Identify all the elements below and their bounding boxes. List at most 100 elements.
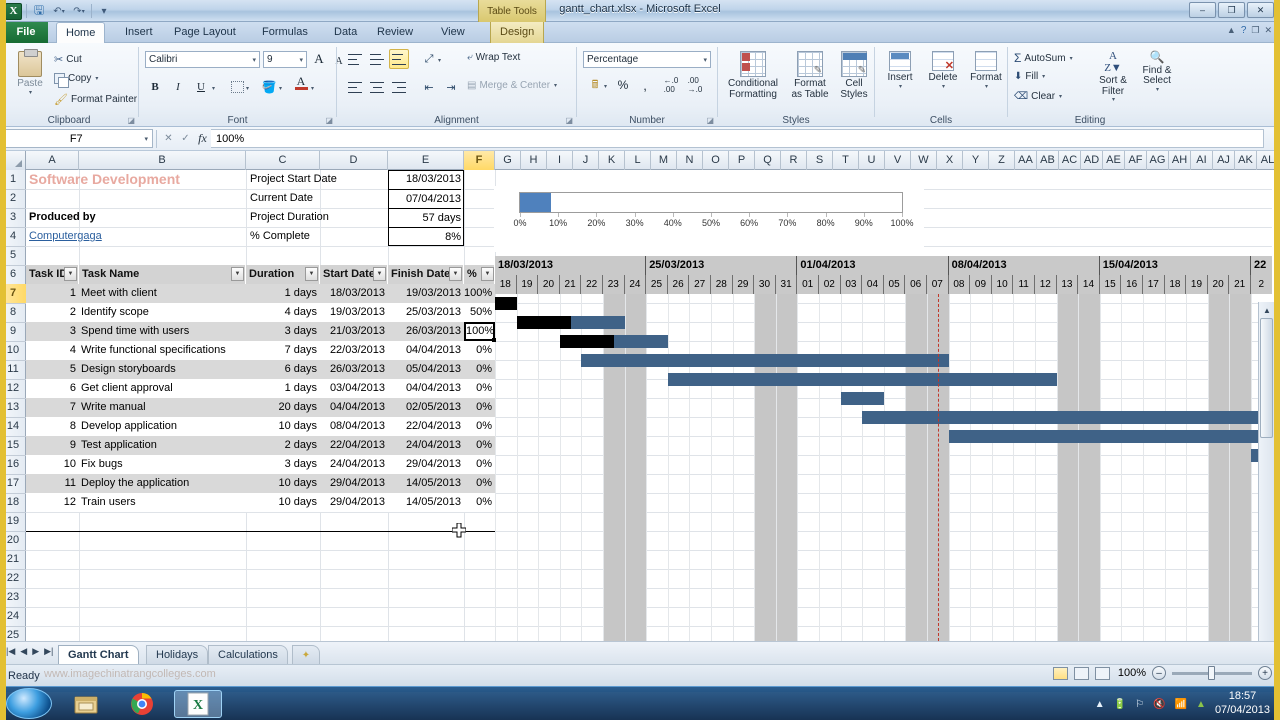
filter-button-duration[interactable]: ▼ xyxy=(305,267,318,281)
align-left-button[interactable] xyxy=(345,77,365,97)
chevron-down-icon[interactable]: ▾ xyxy=(246,85,249,92)
task-finish-date-cell[interactable]: 24/04/2013 xyxy=(388,436,461,455)
task-id-cell[interactable]: 10 xyxy=(26,455,76,474)
chevron-down-icon[interactable]: ▾ xyxy=(311,85,314,92)
task-id-cell[interactable]: 4 xyxy=(26,341,76,360)
task-start-date-cell[interactable]: 18/03/2013 xyxy=(320,284,385,303)
chevron-down-icon[interactable]: ▾ xyxy=(703,56,707,64)
column-header-a[interactable]: A xyxy=(26,151,79,170)
column-header-aa[interactable]: AA xyxy=(1015,151,1037,170)
normal-view-button[interactable] xyxy=(1053,667,1068,680)
decrease-indent-button[interactable]: ⇤ xyxy=(419,77,439,97)
zoom-in-button[interactable]: + xyxy=(1258,666,1272,680)
task-percent-cell[interactable]: 0% xyxy=(464,360,492,379)
filter-button-task-name[interactable]: ▼ xyxy=(231,267,244,281)
tab-review[interactable]: Review xyxy=(368,22,422,43)
tab-formulas[interactable]: Formulas xyxy=(253,22,317,43)
chevron-down-icon[interactable]: ▾ xyxy=(1112,97,1115,103)
task-start-date-cell[interactable]: 21/03/2013 xyxy=(320,322,385,341)
task-duration-cell[interactable]: 7 days xyxy=(246,341,317,360)
chevron-down-icon[interactable]: ▾ xyxy=(899,84,902,90)
prev-sheet-icon[interactable]: ◀ xyxy=(20,646,27,657)
font-name-combo[interactable]: Calibri ▾ xyxy=(145,51,260,68)
help-icon[interactable]: ? xyxy=(1241,25,1247,36)
column-header-y[interactable]: Y xyxy=(963,151,989,170)
task-finish-date-cell[interactable]: 04/04/2013 xyxy=(388,341,461,360)
delete-cells-button[interactable]: ✕ Delete ▾ xyxy=(923,51,963,90)
underline-button[interactable]: U xyxy=(191,77,211,97)
clipboard-dialog-launcher[interactable]: ◪ xyxy=(127,116,135,125)
task-id-cell[interactable]: 12 xyxy=(26,493,76,512)
task-name-cell[interactable]: Train users xyxy=(81,493,246,512)
insert-cells-button[interactable]: Insert ▾ xyxy=(881,51,919,90)
fill-color-button[interactable]: 🪣 xyxy=(259,77,279,97)
column-header-ad[interactable]: AD xyxy=(1081,151,1103,170)
task-id-cell[interactable]: 5 xyxy=(26,360,76,379)
column-header-p[interactable]: P xyxy=(729,151,755,170)
tab-page-layout[interactable]: Page Layout xyxy=(165,22,245,43)
task-percent-cell[interactable]: 0% xyxy=(464,379,492,398)
task-id-cell[interactable]: 2 xyxy=(26,303,76,322)
status-bar-right[interactable]: 100% – + xyxy=(1053,666,1272,680)
task-duration-cell[interactable]: 1 days xyxy=(246,379,317,398)
column-header-t[interactable]: T xyxy=(833,151,859,170)
task-start-date-cell[interactable]: 24/04/2013 xyxy=(320,455,385,474)
column-header-j[interactable]: J xyxy=(573,151,599,170)
show-hidden-icons[interactable]: ▲ xyxy=(1095,699,1105,710)
task-duration-cell[interactable]: 10 days xyxy=(246,417,317,436)
column-header-n[interactable]: N xyxy=(677,151,703,170)
comma-style-button[interactable]: , xyxy=(635,75,655,95)
first-sheet-icon[interactable]: |◀ xyxy=(6,646,15,657)
drive-sync-icon[interactable]: ▲ xyxy=(1196,699,1206,710)
column-header-h[interactable]: H xyxy=(521,151,547,170)
column-header-u[interactable]: U xyxy=(859,151,885,170)
increase-decimal-button[interactable]: ←.0.00 xyxy=(661,75,681,95)
vertical-scroll-thumb[interactable] xyxy=(1260,318,1273,438)
conditional-formatting-button[interactable]: Conditional Formatting xyxy=(722,51,784,100)
filter-button-start-date[interactable]: ▼ xyxy=(373,267,386,281)
number-dialog-launcher[interactable]: ◪ xyxy=(706,116,714,125)
start-button[interactable] xyxy=(6,688,52,719)
system-tray[interactable]: ▲ 🔋 ⚐ 🔇 📶 ▲ 18:57 07/04/2013 xyxy=(1085,687,1280,720)
ribbon-tabs[interactable]: File Home Insert Page Layout Formulas Da… xyxy=(0,22,1280,43)
formula-bar[interactable]: F7 ▾ ✕ ✓ fx 100% ▾ xyxy=(0,127,1280,151)
chevron-down-icon[interactable]: ▾ xyxy=(95,75,98,82)
chevron-down-icon[interactable]: ▾ xyxy=(29,90,32,96)
task-start-date-cell[interactable]: 22/04/2013 xyxy=(320,436,385,455)
column-header-w[interactable]: W xyxy=(911,151,937,170)
taskbar-item-excel[interactable]: X xyxy=(174,690,222,718)
page-layout-view-button[interactable] xyxy=(1074,667,1089,680)
format-painter-button[interactable]: 🖌 Format Painter xyxy=(54,93,137,106)
task-finish-date-cell[interactable]: 25/03/2013 xyxy=(388,303,461,322)
paste-button[interactable]: Paste ▾ xyxy=(8,51,52,96)
task-duration-cell[interactable]: 6 days xyxy=(246,360,317,379)
chevron-down-icon[interactable]: ▾ xyxy=(604,83,607,90)
currency-button[interactable]: 🖩 xyxy=(585,75,605,95)
task-name-cell[interactable]: Fix bugs xyxy=(81,455,246,474)
font-size-combo[interactable]: 9 ▾ xyxy=(263,51,307,68)
task-finish-date-cell[interactable]: 19/03/2013 xyxy=(388,284,461,303)
zoom-slider-thumb[interactable] xyxy=(1208,666,1215,680)
task-percent-cell[interactable]: 0% xyxy=(464,455,492,474)
chevron-down-icon[interactable]: ▾ xyxy=(299,56,303,64)
column-headers[interactable]: A B C D E F GHIJKLMNOPQRSTUVWXYZAAABACAD… xyxy=(0,151,1280,170)
alignment-dialog-launcher[interactable]: ◪ xyxy=(565,116,573,125)
task-percent-cell[interactable]: 100% xyxy=(464,284,492,303)
zoom-out-button[interactable]: – xyxy=(1152,666,1166,680)
task-id-cell[interactable]: 6 xyxy=(26,379,76,398)
task-percent-cell[interactable]: 0% xyxy=(464,341,492,360)
column-header-k[interactable]: K xyxy=(599,151,625,170)
window-controls[interactable]: – ❐ ✕ xyxy=(1189,2,1274,18)
borders-button[interactable] xyxy=(227,77,247,97)
maximize-button[interactable]: ❐ xyxy=(1218,2,1245,18)
selected-cell-f7[interactable]: 100% xyxy=(464,322,495,341)
cancel-entry-icon[interactable]: ✕ xyxy=(160,130,177,147)
align-bottom-button[interactable] xyxy=(389,49,409,69)
minimize-button[interactable]: – xyxy=(1189,2,1216,18)
chevron-down-icon[interactable]: ▾ xyxy=(438,57,441,64)
insert-sheet-button[interactable]: ✦ xyxy=(292,645,320,664)
task-duration-cell[interactable]: 4 days xyxy=(246,303,317,322)
column-header-s[interactable]: S xyxy=(807,151,833,170)
tab-view[interactable]: View xyxy=(432,22,474,43)
chevron-down-icon[interactable]: ▾ xyxy=(1156,87,1159,93)
